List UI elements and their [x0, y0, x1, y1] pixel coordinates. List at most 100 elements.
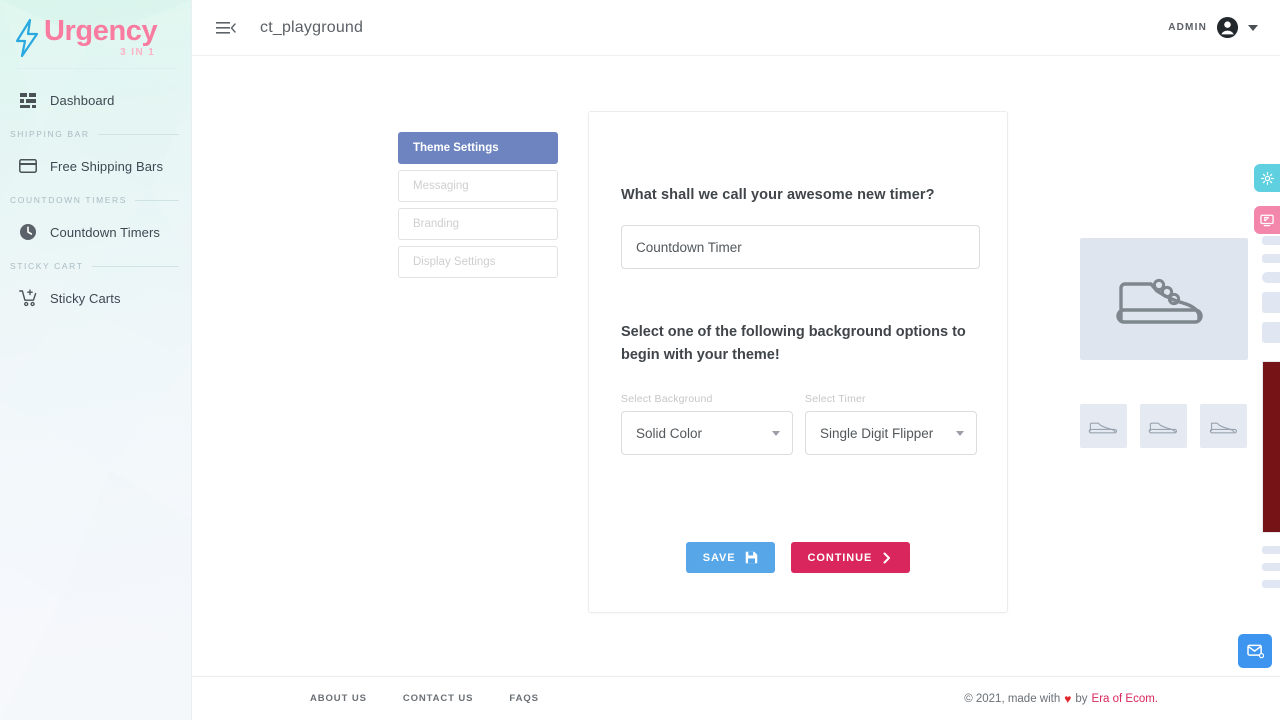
skeleton-row	[1262, 292, 1280, 322]
chevron-down-icon	[772, 431, 780, 437]
save-button[interactable]: SAVE	[685, 542, 775, 573]
side-tab-preview[interactable]	[1254, 206, 1280, 234]
text-skeleton-block	[1262, 236, 1280, 352]
sidebar: Urgency 3 IN 1 Dashboard SHIPPING BAR Fr…	[0, 0, 192, 720]
skeleton-block	[1262, 322, 1280, 343]
shopping-cart-icon	[18, 288, 38, 308]
product-thumbnail[interactable]	[1200, 404, 1247, 448]
copyright-mid: by	[1075, 692, 1088, 705]
step-messaging[interactable]: Messaging	[398, 170, 558, 202]
sidebar-item-countdown-timers[interactable]: Countdown Timers	[0, 213, 191, 251]
sidebar-section-sticky-cart: STICKY CART	[0, 251, 191, 279]
sidebar-section-title: COUNTDOWN TIMERS	[10, 195, 128, 206]
step-branding[interactable]: Branding	[398, 208, 558, 240]
countdown-digits: 0 1 Days 2 3 Hours	[1263, 415, 1280, 454]
step-display-settings[interactable]: Display Settings	[398, 246, 558, 278]
side-tab-settings[interactable]	[1254, 164, 1280, 192]
chevron-down-icon	[956, 431, 964, 437]
main-area: ct_playground ADMIN Theme Settings Messa…	[192, 0, 1280, 720]
select-timer-label: Select Timer	[805, 393, 866, 406]
logo-name: Urgency	[44, 15, 158, 47]
footer-brand-link[interactable]: Era of Ecom.	[1092, 693, 1158, 705]
hamburger-collapse-icon[interactable]	[216, 17, 238, 39]
sidebar-item-label: Free Shipping Bars	[50, 158, 164, 174]
chevron-right-icon	[883, 552, 891, 563]
card-icon	[18, 156, 38, 176]
chat-launcher-button[interactable]	[1238, 634, 1272, 668]
sneaker-shoe-icon	[1116, 278, 1203, 324]
continue-button-label: CONTINUE	[807, 551, 873, 564]
card-actions: SAVE CONTINUE	[589, 542, 1007, 573]
select-background-label: Select Background	[621, 393, 713, 406]
app-root: Urgency 3 IN 1 Dashboard SHIPPING BAR Fr…	[0, 0, 1280, 720]
sidebar-item-sticky-carts[interactable]: Sticky Carts	[0, 279, 191, 317]
footer-links: ABOUT US CONTACT US FAQS	[310, 693, 539, 704]
background-question: Select one of the following background o…	[621, 324, 966, 364]
sidebar-section-title: STICKY CART	[10, 261, 84, 272]
product-thumbnail[interactable]	[1080, 404, 1127, 448]
sidebar-section-shipping-bar: SHIPPING BAR	[0, 119, 191, 147]
footer-link-faqs[interactable]: FAQS	[509, 693, 538, 704]
skeleton-line	[1262, 546, 1280, 554]
sidebar-item-dashboard[interactable]: Dashboard	[0, 81, 191, 119]
sidebar-item-label: Sticky Carts	[50, 290, 121, 306]
step-theme-settings[interactable]: Theme Settings	[398, 132, 558, 164]
skeleton-line	[1262, 254, 1280, 263]
skeleton-line	[1262, 580, 1280, 588]
select-background-dropdown[interactable]: Solid Color	[621, 411, 793, 456]
floppy-disk-icon	[745, 551, 757, 564]
skeleton-line	[1262, 563, 1280, 571]
mail-chat-icon	[1246, 644, 1264, 658]
clock-icon	[18, 222, 38, 242]
product-thumbnail[interactable]	[1140, 404, 1187, 448]
monitor-icon	[1260, 214, 1274, 226]
sidebar-item-label: Dashboard	[50, 92, 115, 108]
lightning-bolt-icon	[15, 18, 39, 58]
continue-button[interactable]: CONTINUE	[790, 542, 911, 573]
footer-link-about-us[interactable]: ABOUT US	[310, 693, 367, 704]
sneaker-shoe-icon	[1088, 422, 1117, 434]
step-navigation: Theme Settings Messaging Branding Displa…	[398, 132, 558, 284]
sidebar-section-title: SHIPPING BAR	[10, 129, 90, 140]
timer-name-question: What shall we call your awesome new time…	[621, 187, 935, 203]
dashboard-grid-icon	[18, 90, 38, 110]
select-row: Select Background Solid Color Select Tim…	[621, 393, 977, 456]
sidebar-logo[interactable]: Urgency 3 IN 1	[0, 0, 191, 62]
logo-subtitle: 3 IN 1	[120, 47, 156, 59]
sidebar-item-free-shipping-bars[interactable]: Free Shipping Bars	[0, 147, 191, 185]
store-preview: SEASON SALE WILL END SOON 0 1 Days 2	[1052, 206, 1280, 606]
save-button-label: SAVE	[702, 551, 736, 564]
select-timer-group: Select Timer Single Digit Flipper	[805, 393, 977, 456]
topbar: ct_playground ADMIN	[192, 0, 1280, 56]
admin-menu[interactable]: ADMIN	[1168, 16, 1258, 39]
text-skeleton-block-lower	[1262, 546, 1280, 597]
gear-icon	[1260, 171, 1274, 185]
sneaker-shoe-icon	[1209, 422, 1237, 434]
sidebar-section-countdown-timers: COUNTDOWN TIMERS	[0, 185, 191, 213]
select-timer-value: Single Digit Flipper	[820, 425, 934, 441]
countdown-footer-text: DO NOT MISS YOUR CHANCE	[1263, 496, 1280, 506]
countdown-headline: SEASON SALE WILL END SOON	[1263, 384, 1280, 395]
select-timer-dropdown[interactable]: Single Digit Flipper	[805, 411, 977, 456]
sidebar-nav: Dashboard SHIPPING BAR Free Shipping Bar…	[0, 69, 191, 317]
product-image-placeholder	[1080, 238, 1248, 360]
heart-icon: ♥	[1064, 691, 1072, 706]
section-divider	[91, 265, 179, 267]
floating-side-tabs	[1254, 164, 1280, 248]
select-background-value: Solid Color	[636, 425, 703, 441]
footer-link-contact-us[interactable]: CONTACT US	[403, 693, 474, 704]
footer: ABOUT US CONTACT US FAQS © 2021, made wi…	[192, 676, 1280, 720]
chevron-down-icon	[1248, 24, 1258, 31]
copyright-prefix: © 2021, made with	[964, 692, 1061, 705]
timer-name-input[interactable]	[621, 225, 980, 269]
theme-settings-card: What shall we call your awesome new time…	[588, 111, 1008, 613]
user-avatar-icon	[1216, 16, 1239, 39]
section-divider	[135, 199, 179, 201]
admin-label: ADMIN	[1168, 22, 1207, 33]
content-region: Theme Settings Messaging Branding Displa…	[192, 56, 1280, 676]
skeleton-line	[1262, 272, 1280, 283]
sidebar-item-label: Countdown Timers	[50, 224, 160, 240]
select-background-group: Select Background Solid Color	[621, 393, 793, 456]
product-thumbnails	[1080, 404, 1247, 448]
sneaker-shoe-icon	[1148, 422, 1177, 434]
